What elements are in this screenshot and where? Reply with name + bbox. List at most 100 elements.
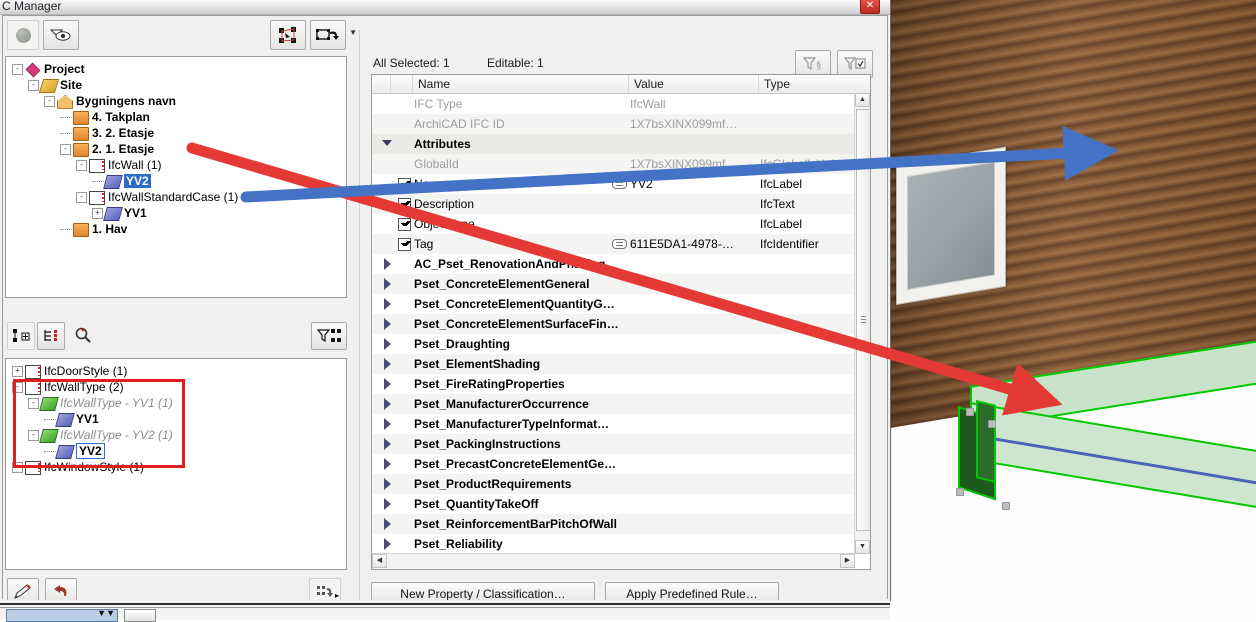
select-in-model-button[interactable] (270, 20, 306, 50)
scrollbar-thumb[interactable] (856, 109, 870, 531)
chevron-right-icon[interactable] (384, 378, 391, 390)
project-tree-item-row[interactable]: - Site (12, 77, 346, 93)
property-row[interactable]: Pset_QuantityTakeOff (372, 494, 870, 514)
property-row[interactable]: Pset_PrecastConcreteElementGe… (372, 454, 870, 474)
project-tree-item-row[interactable]: 4. Takplan (12, 109, 346, 125)
expand-icon[interactable]: + (92, 208, 103, 220)
type-tree-item-row[interactable]: + IfcDoorStyle (1) (12, 363, 346, 379)
column-header-type[interactable]: Type (764, 75, 790, 93)
chevron-right-icon[interactable] (384, 518, 391, 530)
selection-node[interactable] (966, 408, 974, 416)
scroll-up-icon[interactable]: ▲ (855, 93, 870, 107)
property-table[interactable]: Name Value Type IFC Type IfcWall ArchiCAD … (371, 74, 871, 570)
property-checkbox[interactable] (398, 238, 411, 251)
property-row[interactable]: Pset_ManufacturerOccurrence (372, 394, 870, 414)
collapse-icon[interactable]: - (76, 192, 87, 204)
property-row[interactable]: Pset_ConcreteElementSurfaceFin… (372, 314, 870, 334)
project-tree-item-row[interactable]: YV2 (12, 173, 346, 189)
property-row[interactable]: AC_Pset_RenovationAndPhasing (372, 254, 870, 274)
chevron-right-icon[interactable] (384, 538, 391, 550)
show-hide-button[interactable] (43, 20, 79, 50)
column-header-name[interactable]: Name (418, 75, 450, 93)
collapse-icon[interactable]: - (76, 160, 87, 172)
selection-node[interactable] (988, 420, 996, 428)
new-type-button[interactable] (7, 322, 35, 350)
property-value[interactable]: YV2 (630, 174, 653, 194)
chevron-down-icon[interactable] (382, 140, 392, 146)
property-row[interactable]: Pset_ConcreteElementGeneral (372, 274, 870, 294)
property-row[interactable]: Pset_ElementShading (372, 354, 870, 374)
property-row[interactable]: Name YV2 IfcLabel (372, 174, 870, 194)
property-row[interactable]: GlobalId 1X7bsXINX099mf… IfcGloballyUnique… (372, 154, 870, 174)
property-row[interactable]: Attributes (372, 134, 870, 154)
chevron-right-icon[interactable] (384, 358, 391, 370)
chevron-right-icon[interactable] (384, 498, 391, 510)
property-row[interactable]: Pset_PackingInstructions (372, 434, 870, 454)
property-row[interactable]: Pset_ConcreteElementQuantityG… (372, 294, 870, 314)
property-row[interactable]: Pset_ReinforcementBarPitchOfWall (372, 514, 870, 534)
property-row[interactable]: ObjectType IfcLabel (372, 214, 870, 234)
status-indicator[interactable] (7, 20, 39, 50)
property-row[interactable]: Description IfcText (372, 194, 870, 214)
project-tree-listbox[interactable]: - Project - Site - Bygningens navn 4. Takplan 3… (5, 56, 347, 298)
property-checkbox[interactable] (398, 178, 411, 191)
chevron-right-icon[interactable] (384, 278, 391, 290)
collapse-icon[interactable]: - (44, 96, 55, 108)
project-tree-item-row[interactable]: - IfcWallStandardCase (1) (12, 189, 346, 205)
project-tree-item-row[interactable]: + YV1 (12, 205, 346, 221)
property-value[interactable]: IfcWall (630, 94, 666, 114)
type-tree-item-row[interactable]: - IfcWallType - YV1 (1) (12, 395, 346, 411)
property-value[interactable]: 1X7bsXINX099mf… (630, 114, 737, 134)
type-tree-item-row[interactable]: - IfcWallType (2) (12, 379, 346, 395)
property-row[interactable]: Tag 611E5DA1-4978-… IfcIdentifier (372, 234, 870, 254)
chevron-right-icon[interactable] (384, 318, 391, 330)
dialog-titlebar[interactable]: C Manager ✕ (0, 0, 890, 15)
property-row[interactable]: Pset_ManufacturerTypeInformat… (372, 414, 870, 434)
column-header-value[interactable]: Value (634, 75, 664, 93)
property-row[interactable]: IFC Type IfcWall (372, 94, 870, 114)
chevron-right-icon[interactable] (384, 438, 391, 450)
collapse-icon[interactable]: - (12, 382, 23, 394)
chevron-right-icon[interactable] (384, 258, 391, 270)
type-tree-item-row[interactable]: YV1 (12, 411, 346, 427)
property-checkbox[interactable] (398, 198, 411, 211)
close-icon[interactable]: ✕ (860, 0, 880, 14)
scroll-down-icon[interactable]: ▼ (855, 540, 870, 554)
chevron-right-icon[interactable] (384, 478, 391, 490)
project-tree-item-row[interactable]: - Project (12, 61, 346, 78)
collapse-icon[interactable]: - (12, 64, 23, 76)
chevron-right-icon[interactable] (384, 418, 391, 430)
property-row[interactable]: Pset_Reliability (372, 534, 870, 554)
type-tree-item-row[interactable]: + IfcWindowStyle (1) (12, 459, 346, 475)
collapse-icon[interactable]: - (28, 80, 39, 92)
property-table-hscrollbar[interactable]: ◀ ▶ (372, 553, 855, 569)
project-tree-item-row[interactable]: 3. 2. Etasje (12, 125, 346, 141)
property-row[interactable]: Pset_FireRatingProperties (372, 374, 870, 394)
scroll-right-icon[interactable]: ▶ (840, 554, 855, 568)
chevron-right-icon[interactable] (384, 338, 391, 350)
chevron-right-icon[interactable] (384, 458, 391, 470)
project-tree-item-row[interactable]: 1. Hav (12, 221, 346, 237)
3d-model-viewport[interactable] (888, 0, 1256, 620)
collapse-icon[interactable]: - (60, 144, 71, 156)
property-table-vscrollbar[interactable]: ▲ ▼ (854, 93, 870, 554)
property-row[interactable]: Pset_Draughting (372, 334, 870, 354)
expand-icon[interactable]: + (12, 462, 23, 474)
expand-icon[interactable]: + (12, 366, 23, 378)
property-value[interactable]: 1X7bsXINX099mf… (630, 154, 737, 174)
property-row[interactable]: ArchiCAD IFC ID 1X7bsXINX099mf… (372, 114, 870, 134)
project-tree-item-row[interactable]: - 2. 1. Etasje (12, 141, 346, 157)
tree-view-button[interactable] (37, 322, 65, 350)
chevron-right-icon[interactable] (384, 298, 391, 310)
background-combobox[interactable]: ▼▼ (6, 608, 118, 622)
project-tree-item-row[interactable]: - Bygningens navn (12, 93, 346, 109)
collapse-icon[interactable]: - (28, 398, 39, 410)
type-tree-item-row[interactable]: YV2 (12, 443, 346, 459)
chevron-right-icon[interactable] (384, 398, 391, 410)
filter-selection-button[interactable] (311, 322, 347, 350)
toolbar-overflow-icon[interactable]: ▼ (349, 28, 357, 37)
type-tree-item-row[interactable]: - IfcWallType - YV2 (1) (12, 427, 346, 443)
background-button[interactable] (124, 609, 156, 622)
property-value[interactable]: 611E5DA1-4978-… (630, 234, 734, 254)
selection-node[interactable] (1002, 502, 1010, 510)
